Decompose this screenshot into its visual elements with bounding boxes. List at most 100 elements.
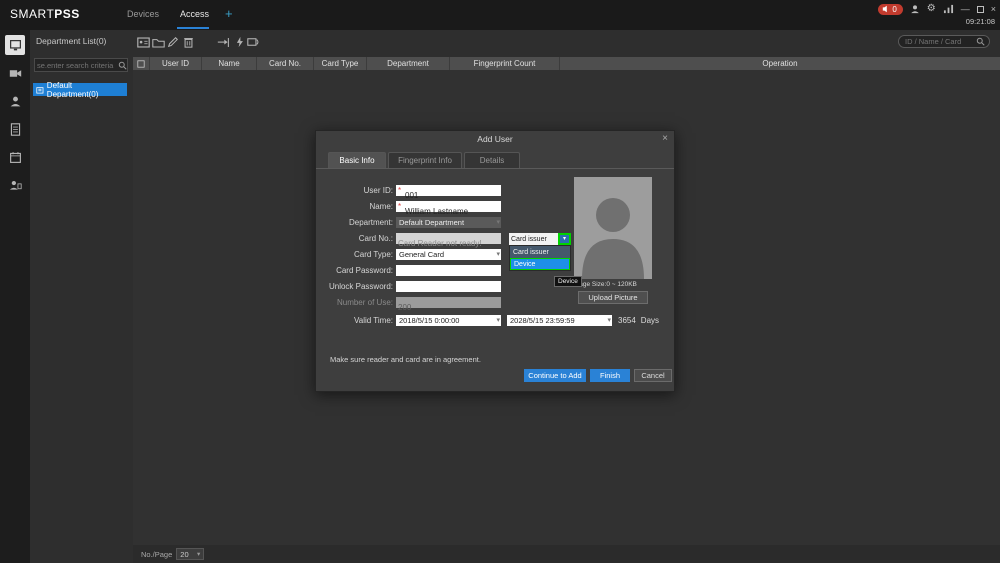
page-size-select[interactable]: 20 ▾	[176, 548, 204, 560]
alarm-speaker-icon	[882, 5, 890, 13]
tab-basic-info[interactable]: Basic Info	[328, 152, 386, 168]
select-all-checkbox[interactable]	[133, 57, 150, 70]
tab-fingerprint-info[interactable]: Fingerprint Info	[388, 152, 462, 168]
page-size-label: No./Page	[141, 550, 172, 559]
field-department: Department: Default Department ▾	[324, 217, 564, 228]
user-id-label: User ID:	[324, 186, 396, 195]
department-search-input[interactable]	[35, 61, 118, 70]
valid-from-picker[interactable]: 2018/5/15 0:00:00 ▾	[396, 315, 501, 326]
tree-item-label: Default Department(0)	[47, 81, 124, 99]
valid-to-picker[interactable]: 2028/5/15 23:59:59▾	[507, 315, 612, 326]
device-tooltip: Device	[554, 276, 582, 287]
chevron-down-icon: ▾	[496, 217, 500, 228]
delete-trash-icon[interactable]	[181, 35, 195, 49]
col-fingerprint-count: Fingerprint Count	[450, 57, 560, 70]
col-card-type: Card Type	[314, 57, 367, 70]
unlock-password-input[interactable]	[396, 286, 501, 297]
maximize-button[interactable]	[977, 6, 984, 13]
col-user-id: User ID	[150, 57, 202, 70]
alarm-indicator[interactable]: 0	[878, 4, 902, 15]
active-tab-underline	[177, 27, 209, 29]
department-icon	[36, 86, 44, 94]
department-label: Department:	[324, 218, 396, 227]
log-icon[interactable]	[5, 119, 25, 139]
extract-icon[interactable]	[232, 35, 246, 49]
card-issuer-dropdown-button[interactable]: ▾	[558, 233, 571, 245]
tab-details[interactable]: Details	[464, 152, 520, 168]
name-label: Name:	[324, 202, 396, 211]
field-number-of-use: Number of Use:	[324, 297, 564, 308]
col-card-no: Card No.	[257, 57, 314, 70]
user-icon[interactable]	[910, 4, 920, 14]
person-icon[interactable]	[5, 91, 25, 111]
col-operation: Operation	[560, 57, 1000, 70]
valid-from-value: 2018/5/15 0:00:00	[399, 316, 459, 325]
chevron-down-icon: ▾	[197, 550, 200, 558]
image-size-hint: Image Size:0 ~ 120KB	[572, 281, 672, 288]
name-input[interactable]	[396, 206, 501, 217]
add-tab-button[interactable]: +	[225, 6, 233, 21]
card-no-label: Card No.:	[324, 234, 396, 243]
access-user-icon[interactable]	[5, 175, 25, 195]
field-name: Name: *	[324, 201, 564, 212]
chevron-down-icon: ▾	[496, 315, 500, 326]
field-valid-time: Valid Time: 2018/5/15 0:00:00▾ 2028/5/15…	[324, 315, 684, 326]
brand-pss: PSS	[54, 7, 80, 21]
department-search[interactable]	[34, 58, 128, 72]
upload-picture-button[interactable]: Upload Picture	[578, 291, 648, 304]
option-card-issuer[interactable]: Card issuer	[510, 246, 570, 258]
option-device[interactable]: Device	[510, 258, 570, 270]
person-silhouette-icon	[574, 177, 652, 279]
module-sidebar	[0, 30, 30, 563]
video-icon[interactable]	[5, 63, 25, 83]
user-search-input[interactable]	[903, 36, 976, 47]
card-reader-icon[interactable]	[246, 35, 260, 49]
required-asterisk: *	[398, 202, 401, 211]
console-icon[interactable]	[5, 35, 25, 55]
finish-button[interactable]: Finish	[590, 369, 630, 382]
page-size-value: 20	[180, 550, 188, 559]
continue-to-add-button[interactable]: Continue to Add	[524, 369, 586, 382]
minimize-button[interactable]: —	[961, 4, 970, 14]
card-type-label: Card Type:	[324, 250, 396, 259]
alarm-count: 0	[892, 5, 896, 14]
clock: 09:21:08	[966, 17, 995, 26]
add-user-dialog: Add User × Basic Info Fingerprint Info D…	[315, 130, 675, 392]
card-password-input[interactable]	[396, 270, 501, 281]
department-select[interactable]: Default Department ▾	[396, 217, 501, 228]
tab-access[interactable]: Access	[180, 9, 209, 19]
edit-pencil-icon[interactable]	[166, 35, 180, 49]
unlock-password-label: Unlock Password:	[324, 282, 396, 291]
field-user-id: User ID: *	[324, 185, 564, 196]
user-id-input[interactable]	[396, 190, 501, 201]
pagination-bar: No./Page 20 ▾	[133, 545, 1000, 563]
network-icon[interactable]	[943, 4, 954, 14]
settings-gear-icon[interactable]: ⚙	[927, 4, 936, 14]
card-type-value: General Card	[399, 250, 444, 259]
import-icon[interactable]	[216, 35, 230, 49]
batch-add-icon[interactable]	[151, 35, 165, 49]
user-photo-placeholder	[574, 177, 652, 279]
user-table-header: User ID Name Card No. Card Type Departme…	[133, 57, 1000, 70]
close-button[interactable]: ×	[991, 4, 996, 14]
department-value: Default Department	[399, 218, 464, 227]
tab-devices[interactable]: Devices	[127, 9, 159, 19]
user-search[interactable]	[898, 35, 990, 48]
chevron-down-icon: ▾	[607, 315, 611, 326]
calendar-icon[interactable]	[5, 147, 25, 167]
search-icon	[118, 61, 127, 70]
col-name: Name	[202, 57, 257, 70]
card-issuer-select[interactable]: Card issuer ▾	[509, 233, 571, 245]
tree-item-default-department[interactable]: Default Department(0)	[33, 83, 127, 96]
titlebar: SMARTPSS Devices Access + 0 ⚙ — × 09:21:…	[0, 0, 1000, 30]
cancel-button[interactable]: Cancel	[634, 369, 672, 382]
brand-smart: SMART	[10, 7, 54, 21]
number-of-use-input	[396, 302, 501, 313]
department-list-title: Department List(0)	[36, 36, 106, 46]
card-type-select[interactable]: General Card▾	[396, 249, 501, 260]
card-no-input[interactable]	[396, 238, 501, 249]
col-department: Department	[367, 57, 450, 70]
add-card-icon[interactable]	[136, 35, 150, 49]
dialog-close-icon[interactable]: ×	[662, 133, 668, 145]
tab-divider	[316, 168, 674, 169]
